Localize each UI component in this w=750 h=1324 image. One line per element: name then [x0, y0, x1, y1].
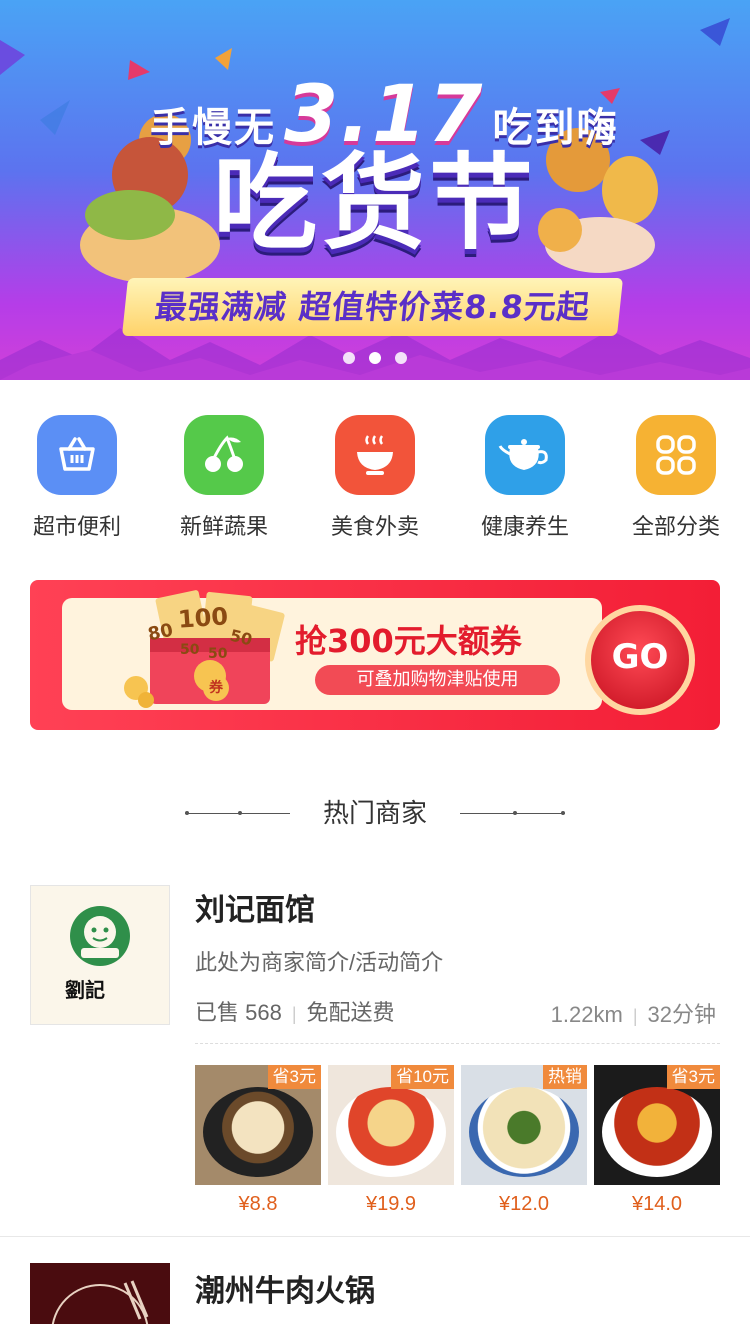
coupon-subtitle: 可叠加购物津贴使用 — [315, 665, 560, 695]
dish-item[interactable]: 省3元 ¥8.8 — [195, 1065, 321, 1216]
dish-item[interactable]: 热销 ¥12.0 — [461, 1065, 587, 1216]
merchant-card[interactable]: 劉記 刘记面馆 此处为商家简介/活动简介 已售 568 | 免配送费 1.22km |… — [0, 865, 750, 1237]
category-grid: 超市便利 新鲜蔬果 美食外卖 健康养生 全部分类 — [0, 415, 750, 545]
cherry-icon — [184, 415, 264, 495]
category-health[interactable]: 健康养生 — [465, 415, 585, 541]
dashed-divider — [195, 1043, 720, 1044]
category-food-delivery[interactable]: 美食外卖 — [315, 415, 435, 541]
merchant-logo: 劉記 — [30, 885, 170, 1025]
basket-icon — [37, 415, 117, 495]
section-divider-left — [185, 811, 290, 815]
dish-price: ¥8.8 — [238, 1193, 278, 1215]
sold-count: 已售 568 — [195, 1000, 282, 1025]
carousel-dots[interactable] — [0, 352, 750, 364]
distance: 1.22km — [550, 1002, 623, 1027]
dish-item[interactable]: 省3元 ¥14.0 — [594, 1065, 720, 1216]
dish-image: 省3元 — [594, 1065, 720, 1185]
section-header: 热门商家 — [0, 793, 750, 833]
category-label: 全部分类 — [631, 514, 720, 539]
dish-price: ¥12.0 — [498, 1193, 550, 1215]
dish-image: 省3元 — [195, 1065, 321, 1185]
delivery-fee: 免配送费 — [306, 1000, 395, 1025]
dish-item[interactable]: 省10元 ¥19.9 — [328, 1065, 454, 1216]
bill-50: 50 — [180, 642, 200, 658]
merchant-stats: 已售 568 | 免配送费 — [195, 1000, 395, 1025]
merchant-logo-text: 劉記 — [65, 978, 105, 1002]
bill-100: 100 — [177, 602, 230, 634]
category-fruits[interactable]: 新鲜蔬果 — [164, 415, 284, 541]
promo-banner[interactable]: 手慢无 3.17 吃到嗨 吃货节 最强满减 超值特价菜8.8元起 — [0, 0, 750, 380]
category-label: 超市便利 — [32, 514, 121, 539]
dish-list: 省3元 ¥8.8 省10元 ¥19.9 热销 ¥12.0 省3元 ¥14.0 — [195, 1065, 725, 1215]
dish-tag: 热销 — [543, 1065, 587, 1089]
teapot-icon — [485, 415, 565, 495]
merchant-card[interactable]: 潮州牛肉火锅 — [0, 1238, 750, 1324]
category-label: 美食外卖 — [330, 514, 419, 539]
section-title: 热门商家 — [322, 798, 427, 828]
dish-tag: 省3元 — [666, 1065, 720, 1089]
coupon-stamp: 券 — [203, 675, 229, 701]
bowl-icon — [335, 415, 415, 495]
bill-50: 50 — [208, 646, 228, 662]
dish-price: ¥14.0 — [631, 1193, 683, 1215]
banner-title: 吃货节 — [212, 142, 537, 264]
carousel-dot[interactable] — [343, 352, 355, 364]
dish-price: ¥19.9 — [365, 1193, 417, 1215]
category-label: 健康养生 — [480, 514, 569, 539]
category-supermarket[interactable]: 超市便利 — [17, 415, 137, 541]
coupon-banner[interactable]: 100 80 50 50 50 券 抢300元大额券 可叠加购物津贴使用 GO — [30, 580, 720, 730]
merchant-logo — [30, 1263, 170, 1324]
merchant-description: 此处为商家简介/活动简介 — [195, 950, 444, 975]
carousel-dot[interactable] — [369, 352, 381, 364]
dish-image: 省10元 — [328, 1065, 454, 1185]
category-label: 新鲜蔬果 — [179, 514, 268, 539]
dish-tag: 省3元 — [267, 1065, 321, 1089]
dish-tag: 省10元 — [391, 1065, 454, 1089]
coupon-title: 抢300元大额券 — [295, 622, 522, 660]
delivery-time: 32分钟 — [647, 1002, 716, 1027]
merchant-name: 刘记面馆 — [195, 894, 315, 927]
category-all[interactable]: 全部分类 — [616, 415, 736, 541]
carousel-dot[interactable] — [395, 352, 407, 364]
dish-image: 热销 — [461, 1065, 587, 1185]
merchant-name: 潮州牛肉火锅 — [195, 1275, 375, 1308]
section-divider-right — [460, 811, 565, 815]
banner-subtitle: 最强满减 超值特价菜8.8元起 — [121, 278, 624, 336]
merchant-distance-time: 1.22km | 32分钟 — [550, 1002, 716, 1027]
grid-icon — [636, 415, 716, 495]
coupon-go-button[interactable]: GO — [585, 605, 695, 715]
